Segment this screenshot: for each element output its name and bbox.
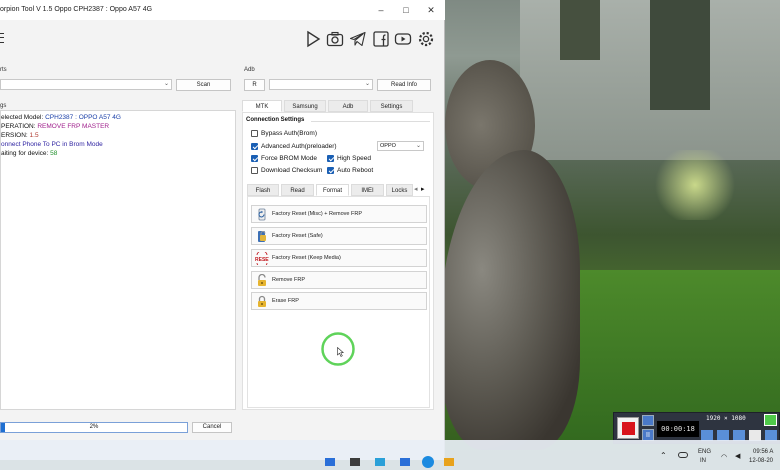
taskbar: ⌃ ENG IN ◠ ◀ 09:56 A 12-08-20	[0, 440, 780, 470]
progress-text: 2%	[89, 424, 99, 430]
padlock-open-icon	[258, 274, 266, 286]
telegram-icon[interactable]	[349, 30, 367, 48]
taskbar-app-icon[interactable]	[422, 456, 434, 468]
tab-scroll-left-icon[interactable]: ◂	[414, 185, 418, 193]
log-line-connect: onnect Phone To PC in Brom Mode	[1, 141, 103, 148]
advanced-auth-checkbox[interactable]	[251, 143, 258, 150]
camera-icon[interactable]	[326, 30, 344, 48]
scan-button[interactable]: Scan	[176, 79, 231, 91]
clock-date[interactable]: 12-08-20	[749, 458, 773, 464]
remove-frp-button[interactable]: Remove FRP	[251, 271, 427, 289]
log-line-model: elected Model: CPH2387 : OPPO A57 4G	[1, 114, 121, 121]
app-window: orpion Tool V 1.5 Oppo CPH2387 : Oppo A5…	[0, 0, 445, 460]
record-stop-button[interactable]	[617, 417, 639, 439]
show-hidden-icons-icon[interactable]: ⌃	[660, 451, 667, 460]
erase-frp-button[interactable]: Erase FRP	[251, 292, 427, 310]
play-icon[interactable]	[304, 30, 322, 48]
tab-mtk[interactable]: MTK	[242, 100, 282, 112]
download-checksum-checkbox[interactable]	[251, 167, 258, 174]
toolbar	[0, 22, 445, 58]
logs-label: gs	[0, 103, 7, 109]
high-speed-checkbox[interactable]	[327, 155, 334, 162]
reset-icon: RESET	[255, 252, 269, 265]
unlock-phone-icon	[258, 231, 266, 242]
tab-scroll-right-icon[interactable]: ▸	[421, 185, 425, 193]
subtab-imei[interactable]: IMEI	[351, 184, 384, 196]
language-indicator-top[interactable]: ENG	[698, 449, 711, 455]
webcam-icon[interactable]	[642, 415, 654, 426]
settings-gear-icon[interactable]	[417, 30, 435, 48]
taskbar-app-icon[interactable]	[400, 458, 410, 466]
download-checksum-label: Download Checksum	[261, 167, 323, 174]
taskbar-app-icon[interactable]	[350, 458, 360, 466]
clock-time[interactable]: 09:56 A	[753, 449, 773, 455]
tab-settings[interactable]: Settings	[370, 100, 413, 112]
bypass-auth-checkbox[interactable]	[251, 130, 258, 137]
facebook-icon[interactable]	[372, 30, 390, 48]
read-info-button[interactable]: Read Info	[377, 79, 431, 91]
auto-reboot-label: Auto Reboot	[337, 167, 374, 174]
force-brom-checkbox[interactable]	[251, 155, 258, 162]
connection-settings-heading: Connection Settings	[246, 117, 305, 123]
wallpaper-light	[650, 150, 740, 220]
close-button[interactable]: ✕	[424, 3, 438, 17]
window-title: orpion Tool V 1.5 Oppo CPH2387 : Oppo A5…	[0, 6, 153, 13]
ports-label: rts	[0, 67, 7, 73]
port-select[interactable]: ⌄	[0, 79, 172, 90]
adb-label: Adb	[244, 67, 255, 73]
subtab-locks[interactable]: Locks	[386, 184, 413, 196]
auto-reboot-checkbox[interactable]	[327, 167, 334, 174]
brand-select[interactable]: OPPO ⌄	[377, 141, 424, 151]
maximize-button[interactable]: □	[399, 3, 413, 17]
mouse-cursor-icon	[337, 347, 344, 357]
force-brom-label: Force BROM Mode	[261, 155, 317, 162]
subtab-flash[interactable]: Flash	[247, 184, 279, 196]
taskbar-app-icon[interactable]	[444, 458, 454, 466]
volume-icon[interactable]: ◀	[735, 452, 740, 460]
bypass-auth-label: Bypass Auth(Brom)	[261, 130, 317, 137]
log-line-waiting: aiting for device: 58	[1, 150, 58, 157]
progress-bar: 2%	[0, 422, 188, 433]
advanced-auth-label: Advanced Auth(preloader)	[261, 143, 337, 150]
tab-adb[interactable]: Adb	[328, 100, 368, 112]
stop-square-icon	[622, 422, 635, 435]
tab-samsung[interactable]: Samsung	[284, 100, 326, 112]
wallpaper-squirrel	[440, 150, 580, 450]
cancel-button[interactable]: Cancel	[192, 422, 232, 433]
language-indicator-bottom[interactable]: IN	[700, 458, 706, 464]
green-status-icon[interactable]	[764, 414, 777, 426]
subtab-read[interactable]: Read	[281, 184, 314, 196]
adb-device-select[interactable]: ⌄	[269, 79, 373, 90]
wifi-icon[interactable]: ◠	[721, 453, 727, 461]
factory-reset-safe-button[interactable]: Factory Reset (Safe)	[251, 227, 427, 245]
minimize-button[interactable]: –	[374, 3, 388, 17]
taskbar-app-icon[interactable]	[325, 458, 335, 466]
log-line-operation: PERATION: REMOVE FRP MASTER	[1, 123, 110, 130]
title-bar[interactable]: orpion Tool V 1.5 Oppo CPH2387 : Oppo A5…	[0, 0, 445, 20]
wallpaper-window	[650, 0, 710, 110]
taskbar-app-icon[interactable]	[375, 458, 385, 466]
chevron-down-icon: ⌄	[163, 81, 169, 87]
adb-r-button[interactable]: R	[244, 79, 265, 91]
factory-reset-keep-media-button[interactable]: RESET Factory Reset (Keep Media)	[251, 249, 427, 267]
subtab-format[interactable]: Format	[316, 184, 349, 196]
refresh-phone-icon	[258, 208, 266, 221]
wallpaper-window	[560, 0, 600, 60]
log-line-version: ERSION: 1.5	[1, 132, 39, 139]
high-speed-label: High Speed	[337, 155, 371, 162]
svg-text:RESET: RESET	[255, 257, 269, 263]
padlock-icon	[258, 295, 266, 307]
chevron-down-icon: ⌄	[415, 143, 421, 149]
log-panel: elected Model: CPH2387 : OPPO A57 4G PER…	[0, 110, 236, 410]
heading-divider	[311, 121, 430, 122]
chevron-down-icon: ⌄	[364, 81, 370, 87]
resolution-label: 1920 × 1080	[706, 415, 746, 422]
cloud-icon[interactable]	[678, 452, 688, 458]
recording-timer: 00:00:18	[657, 421, 699, 437]
youtube-icon[interactable]	[394, 30, 412, 48]
factory-reset-misc-button[interactable]: Factory Reset (Misc) + Remove FRP	[251, 205, 427, 223]
